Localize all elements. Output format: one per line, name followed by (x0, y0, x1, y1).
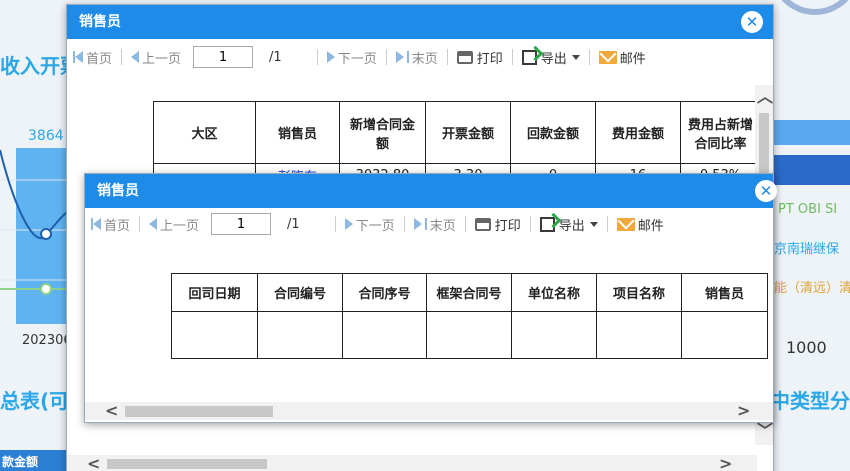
dialog-title-bar: 销售员 ✕ (67, 5, 773, 39)
scroll-left-icon[interactable]: < (87, 456, 100, 471)
report-toolbar: 首页 上一页 /1 下一页 末页 打印 导出 邮件 (67, 41, 773, 73)
bg-chart-date: 202306 (22, 333, 72, 348)
bg-right-text-3: 能（清远）清 (774, 281, 850, 296)
page-number-input[interactable] (193, 46, 254, 68)
table-row (171, 311, 768, 359)
last-page-button[interactable]: 末页 (395, 48, 438, 67)
chevron-down-icon (589, 221, 598, 227)
next-page-icon (326, 51, 335, 63)
export-button[interactable]: 导出 (521, 48, 580, 67)
dialog-title-bar: 销售员 ✕ (85, 174, 777, 208)
print-button[interactable]: 打印 (456, 48, 503, 67)
scrollbar-thumb[interactable] (759, 113, 769, 173)
col-header-project-name: 项目名称 (596, 273, 682, 312)
scroll-left-icon[interactable]: < (105, 403, 118, 419)
col-header-invoice: 开票金额 (425, 101, 511, 164)
dialog-title: 销售员 (97, 183, 139, 199)
prev-page-icon (149, 218, 158, 230)
page-total: /1 (287, 216, 300, 232)
col-header-region: 大区 (153, 101, 256, 164)
scroll-down-icon[interactable]: ﹀ (757, 423, 773, 439)
col-header-return-date: 回司日期 (171, 273, 258, 312)
bg-chart-value: 3864 (28, 128, 64, 144)
scroll-right-icon[interactable]: > (737, 403, 750, 419)
page-total: /1 (269, 49, 282, 65)
bg-heading-type: 中类型分 (770, 389, 850, 413)
bg-right-bar-dark (772, 155, 850, 185)
close-icon[interactable]: ✕ (755, 180, 777, 202)
col-header-company-name: 单位名称 (511, 273, 597, 312)
next-page-icon (344, 218, 353, 230)
horizontal-scrollbar[interactable]: < > (85, 402, 773, 420)
scrollbar-thumb[interactable] (125, 406, 273, 417)
prev-page-icon (131, 51, 140, 63)
printer-icon (456, 50, 473, 64)
horizontal-scrollbar[interactable]: < > (67, 455, 757, 471)
close-icon[interactable]: ✕ (741, 11, 763, 33)
mail-button[interactable]: 邮件 (598, 48, 646, 67)
export-icon (521, 49, 537, 65)
mail-icon (598, 50, 617, 64)
export-button[interactable]: 导出 (539, 215, 598, 234)
bg-right-bar-light (772, 120, 850, 145)
bg-right-text-1: PT OBI SI (778, 202, 838, 217)
next-page-button[interactable]: 下一页 (326, 48, 377, 67)
bg-line-chart (0, 149, 70, 295)
table-header-row: 大区 销售员 新增合同金额 开票金额 回款金额 费用金额 费用占新增合同比率 (153, 101, 761, 164)
bg-table-header: 款金额 (0, 450, 66, 471)
last-page-icon (395, 51, 404, 63)
last-page-button[interactable]: 末页 (413, 215, 456, 234)
bg-right-number: 1000 (786, 338, 827, 357)
scroll-up-icon[interactable]: ︿ (757, 89, 773, 105)
col-header-salesperson: 销售员 (255, 101, 340, 164)
bg-top-ring (770, 0, 850, 15)
next-page-button[interactable]: 下一页 (344, 215, 395, 234)
first-page-button[interactable]: 首页 (73, 48, 112, 67)
col-header-new-contract: 新增合同金额 (339, 101, 426, 164)
payment-detail-table: 回司日期 合同编号 合同序号 框架合同号 单位名称 项目名称 销售员 (171, 273, 768, 359)
col-header-expense-ratio: 费用占新增合同比率 (680, 101, 761, 164)
mail-button[interactable]: 邮件 (616, 215, 664, 234)
scroll-right-icon[interactable]: > (719, 456, 732, 471)
col-header-payment: 回款金额 (510, 101, 596, 164)
col-header-salesperson: 销售员 (681, 273, 768, 312)
dialog-title: 销售员 (79, 14, 121, 30)
report-toolbar: 首页 上一页 /1 下一页 末页 打印 导出 邮件 (85, 208, 773, 240)
chevron-down-icon (571, 54, 580, 60)
printer-icon (474, 217, 491, 231)
first-page-button[interactable]: 首页 (91, 215, 130, 234)
scrollbar-thumb[interactable] (107, 459, 267, 469)
last-page-icon (413, 218, 422, 230)
page-number-input[interactable] (211, 213, 272, 235)
mail-icon (616, 217, 635, 231)
export-icon (539, 216, 555, 232)
col-header-framework-no: 框架合同号 (426, 273, 512, 312)
prev-page-button[interactable]: 上一页 (149, 215, 199, 234)
dialog-salesperson-front: 销售员 ✕ 首页 上一页 /1 下一页 末页 打印 导出 邮件 回司日期 合同编… (84, 173, 777, 423)
col-header-contract-seq: 合同序号 (342, 273, 427, 312)
col-header-expense: 费用金额 (595, 101, 681, 164)
print-button[interactable]: 打印 (474, 215, 521, 234)
prev-page-button[interactable]: 上一页 (131, 48, 181, 67)
bg-heading-summary: 总表(可 (0, 389, 70, 413)
col-header-contract-no: 合同编号 (257, 273, 343, 312)
bg-right-text-2: 京南瑞继保 (774, 242, 840, 257)
table-header-row: 回司日期 合同编号 合同序号 框架合同号 单位名称 项目名称 销售员 (171, 273, 768, 312)
